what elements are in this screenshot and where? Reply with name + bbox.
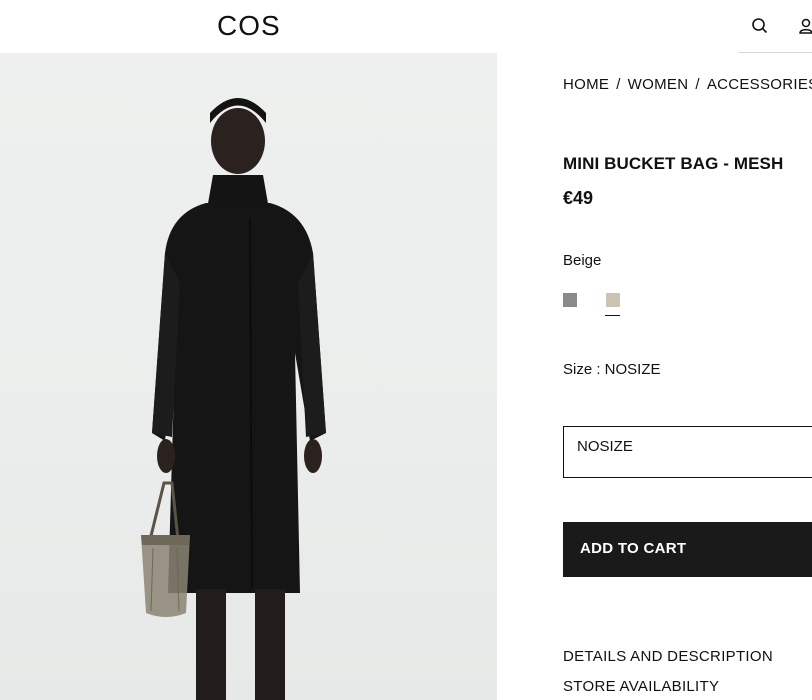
color-swatch-grey[interactable] (563, 293, 577, 307)
add-to-cart-label: ADD TO CART (580, 540, 687, 557)
store-availability-link[interactable]: STORE AVAILABILITY (563, 677, 719, 697)
product-info-panel: HOME / WOMEN / ACCESSORIES MINI BUCKET BAG -… (563, 53, 812, 700)
search-icon[interactable] (751, 17, 769, 35)
breadcrumb-separator: / (695, 76, 700, 93)
breadcrumb-accessories[interactable]: ACCESSORIES (707, 76, 812, 93)
selected-color-label: Beige (563, 252, 602, 269)
breadcrumb: HOME / WOMEN / ACCESSORIES (563, 75, 812, 95)
breadcrumb-separator: / (616, 76, 621, 93)
add-to-cart-button[interactable]: ADD TO CART (563, 522, 812, 577)
account-icon[interactable] (797, 17, 812, 35)
header-icon-bar (738, 0, 812, 53)
model-photo (141, 98, 326, 700)
breadcrumb-home[interactable]: HOME (563, 76, 609, 93)
site-header: COS (0, 0, 812, 53)
product-price: €49 (563, 188, 594, 208)
size-label: Size : NOSIZE (563, 361, 661, 378)
details-and-description-link[interactable]: DETAILS AND DESCRIPTION (563, 647, 773, 667)
size-select[interactable]: NOSIZE (563, 426, 812, 478)
color-swatch-beige[interactable] (606, 293, 620, 307)
brand-logo[interactable]: COS (217, 10, 281, 42)
product-title: MINI BUCKET BAG - MESH (563, 154, 784, 173)
size-select-value: NOSIZE (577, 438, 633, 455)
breadcrumb-women[interactable]: WOMEN (628, 76, 689, 93)
product-image[interactable] (0, 53, 497, 700)
selected-swatch-indicator (605, 315, 620, 316)
product-page: COS HOME / WOMEN / ACCESSORIES MINI BUCK… (0, 0, 812, 700)
